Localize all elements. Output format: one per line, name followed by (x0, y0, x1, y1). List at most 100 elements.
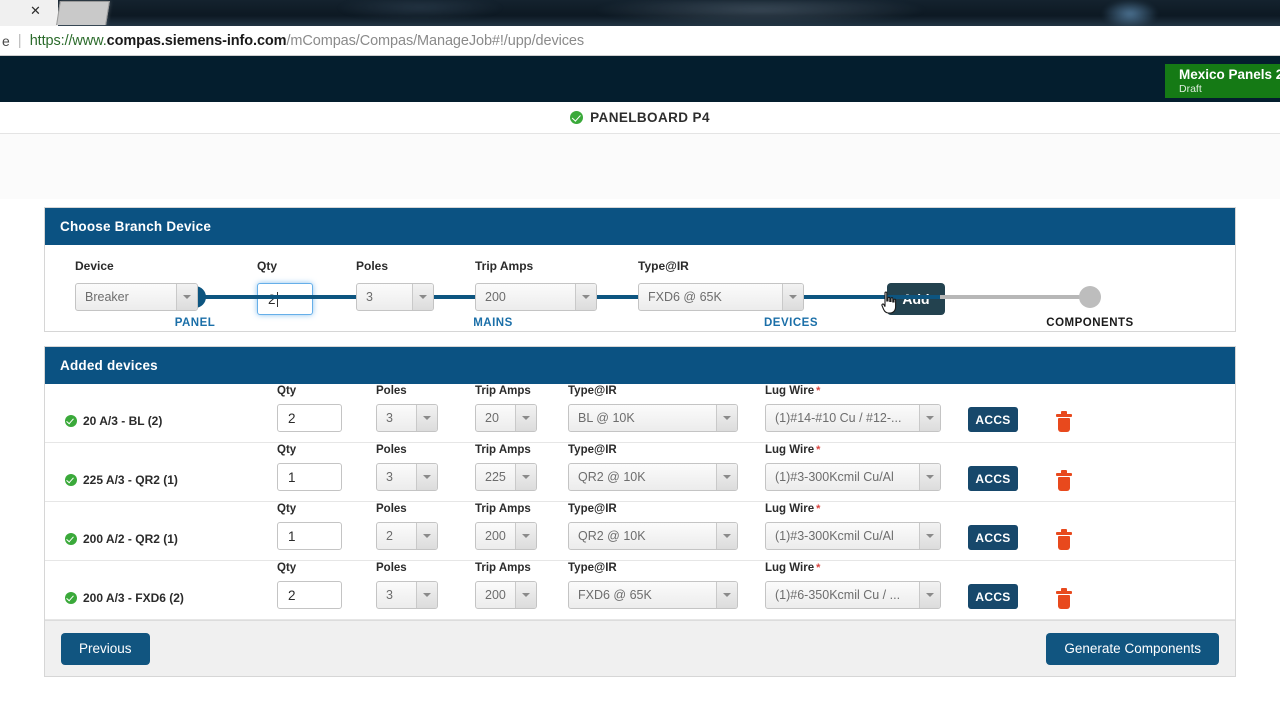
row-poles-select[interactable]: 3 (376, 581, 438, 609)
row-type-ir-select[interactable]: QR2 @ 10K (568, 522, 738, 550)
browser-tab[interactable] (56, 1, 110, 25)
trip-amps-label: Trip Amps (475, 503, 531, 515)
row-trip-amps-value: 200 (485, 588, 506, 602)
chevron-down-icon[interactable] (176, 284, 197, 310)
row-trip-amps-select[interactable]: 225 (475, 463, 537, 491)
row-trip-amps-select[interactable]: 200 (475, 522, 537, 550)
accs-button[interactable]: ACCS (968, 407, 1018, 432)
table-row: 225 A/3 - QR2 (1) Qty 1 Poles 3 Trip Amp… (45, 443, 1235, 502)
cell-poles: Poles 2 (376, 503, 475, 560)
chevron-down-icon[interactable] (416, 523, 437, 549)
added-devices-title: Added devices (45, 347, 1235, 384)
row-type-ir-select[interactable]: FXD6 @ 65K (568, 581, 738, 609)
accs-spacer (968, 565, 1056, 577)
row-poles-select[interactable]: 3 (376, 404, 438, 432)
row-qty-input[interactable]: 2 (277, 581, 342, 609)
poles-select-value: 3 (366, 290, 373, 304)
poles-label: Poles (376, 385, 407, 397)
trash-icon[interactable] (1056, 529, 1072, 550)
step-label-components[interactable]: COMPONENTS (1046, 317, 1133, 329)
trip-amps-label: Trip Amps (475, 385, 531, 397)
chevron-down-icon[interactable] (782, 284, 803, 310)
device-select[interactable]: Breaker (75, 283, 198, 311)
add-button[interactable]: Add (887, 283, 945, 315)
row-lug-wire-value: (1)#3-300Kcmil Cu/Al (775, 529, 894, 543)
chevron-down-icon[interactable] (716, 405, 737, 431)
trip-amps-select-value: 200 (485, 290, 506, 304)
row-type-ir-select[interactable]: QR2 @ 10K (568, 463, 738, 491)
cell-trip-amps: Trip Amps 225 (475, 444, 568, 501)
cell-poles: Poles 3 (376, 562, 475, 619)
row-poles-select[interactable]: 3 (376, 463, 438, 491)
chevron-down-icon[interactable] (575, 284, 596, 310)
lug-wire-label: Lug Wire * (765, 444, 821, 456)
trash-icon[interactable] (1056, 411, 1072, 432)
step-label-panel[interactable]: PANEL (175, 317, 216, 329)
qty-label: Qty (277, 444, 297, 456)
accs-button[interactable]: ACCS (968, 525, 1018, 550)
cell-delete (1056, 513, 1072, 560)
step-label-mains[interactable]: MAINS (473, 317, 513, 329)
row-lug-wire-select[interactable]: (1)#3-300Kcmil Cu/Al (765, 463, 941, 491)
row-trip-amps-select[interactable]: 20 (475, 404, 537, 432)
row-trip-amps-select[interactable]: 200 (475, 581, 537, 609)
row-poles-select[interactable]: 2 (376, 522, 438, 550)
lug-wire-label: Lug Wire * (765, 562, 821, 574)
url-scheme: https://www. (29, 32, 107, 49)
qty-label: Qty (277, 385, 297, 397)
chevron-down-icon[interactable] (416, 582, 437, 608)
qty-input[interactable]: 2 (257, 283, 313, 315)
job-status-badge[interactable]: Mexico Panels 2 Draft (1165, 64, 1280, 98)
table-row: 20 A/3 - BL (2) Qty 2 Poles 3 Trip Amps … (45, 384, 1235, 443)
row-type-ir-select[interactable]: BL @ 10K (568, 404, 738, 432)
generate-components-button[interactable]: Generate Components (1046, 632, 1219, 665)
row-qty-input[interactable]: 1 (277, 522, 342, 550)
table-row: 200 A/2 - QR2 (1) Qty 1 Poles 2 Trip Amp… (45, 502, 1235, 561)
type-ir-select[interactable]: FXD6 @ 65K (638, 283, 804, 311)
step-dot-components[interactable] (1079, 286, 1101, 308)
row-qty-value: 2 (288, 587, 296, 603)
poles-label: Poles (376, 444, 407, 456)
row-type-ir-value: FXD6 @ 65K (578, 588, 652, 602)
trash-icon[interactable] (1056, 470, 1072, 491)
chevron-down-icon[interactable] (416, 405, 437, 431)
chevron-down-icon[interactable] (919, 464, 940, 490)
previous-button[interactable]: Previous (61, 632, 150, 665)
row-lug-wire-select[interactable]: (1)#14-#10 Cu / #12-... (765, 404, 941, 432)
chevron-down-icon[interactable] (515, 464, 536, 490)
chevron-down-icon[interactable] (919, 582, 940, 608)
cell-qty: Qty 2 (277, 385, 376, 442)
chevron-down-icon[interactable] (716, 523, 737, 549)
poles-label: Poles (376, 503, 407, 515)
type-ir-label: Type@IR (568, 503, 617, 515)
chevron-down-icon[interactable] (919, 523, 940, 549)
cell-trip-amps: Trip Amps 200 (475, 503, 568, 560)
device-label: Device (75, 259, 114, 273)
trip-amps-label: Trip Amps (475, 562, 531, 574)
cell-qty: Qty 1 (277, 503, 376, 560)
chevron-down-icon[interactable] (919, 405, 940, 431)
row-qty-input[interactable]: 2 (277, 404, 342, 432)
chevron-down-icon[interactable] (416, 464, 437, 490)
trip-amps-select[interactable]: 200 (475, 283, 597, 311)
accs-button[interactable]: ACCS (968, 466, 1018, 491)
row-lug-wire-select[interactable]: (1)#3-300Kcmil Cu/Al (765, 522, 941, 550)
close-icon[interactable]: ✕ (30, 4, 41, 17)
chevron-down-icon[interactable] (716, 464, 737, 490)
chevron-down-icon[interactable] (515, 582, 536, 608)
row-qty-input[interactable]: 1 (277, 463, 342, 491)
panelboard-title-bar: PANELBOARD P4 (0, 102, 1280, 134)
chevron-down-icon[interactable] (515, 523, 536, 549)
row-lug-wire-value: (1)#6-350Kcmil Cu / ... (775, 588, 901, 602)
chevron-down-icon[interactable] (716, 582, 737, 608)
step-label-devices[interactable]: DEVICES (764, 317, 818, 329)
job-badge-status: Draft (1179, 83, 1202, 95)
accs-button[interactable]: ACCS (968, 584, 1018, 609)
row-lug-wire-select[interactable]: (1)#6-350Kcmil Cu / ... (765, 581, 941, 609)
poles-select[interactable]: 3 (356, 283, 434, 311)
browser-url-bar[interactable]: e | https://www.compas.siemens-info.com/… (0, 26, 1280, 56)
trash-icon[interactable] (1056, 588, 1072, 609)
chevron-down-icon[interactable] (515, 405, 536, 431)
chevron-down-icon[interactable] (412, 284, 433, 310)
url-host: compas.siemens-info.com (106, 32, 287, 49)
